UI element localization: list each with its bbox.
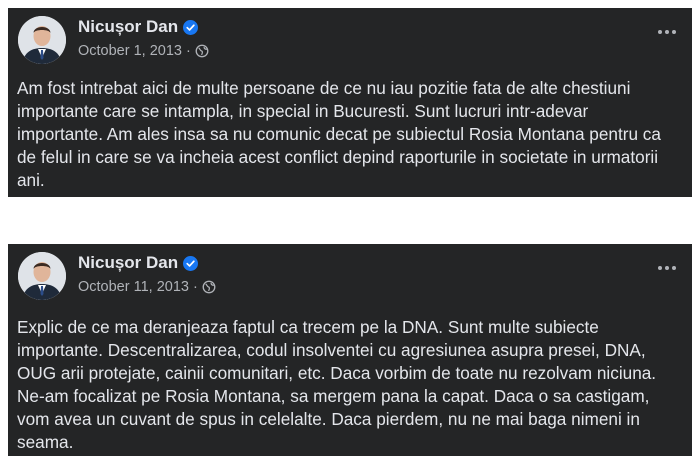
avatar[interactable]: [18, 252, 66, 300]
post-meta: October 11, 2013 ·: [78, 279, 216, 295]
verified-badge-icon: [183, 19, 199, 35]
author-row: Nicușor Dan: [78, 17, 199, 37]
avatar[interactable]: [18, 16, 66, 64]
author-name[interactable]: Nicușor Dan: [78, 17, 178, 37]
author-row: Nicușor Dan: [78, 253, 199, 273]
verified-badge-icon: [183, 255, 199, 271]
meta-separator: ·: [186, 43, 191, 59]
post-text: Explic de ce ma deranjeaza faptul ca tre…: [17, 317, 657, 452]
author-name[interactable]: Nicușor Dan: [78, 253, 178, 273]
facebook-post: Nicușor Dan October 1, 2013 · Am fost in…: [8, 8, 692, 197]
globe-icon[interactable]: [195, 44, 209, 58]
post-date[interactable]: October 11, 2013: [78, 279, 189, 295]
facebook-post: Nicușor Dan October 11, 2013 · Explic de…: [8, 244, 692, 456]
meta-separator: ·: [192, 279, 198, 295]
more-options-icon[interactable]: [658, 30, 676, 34]
post-text: Am fost intrebat aici de multe persoane …: [17, 78, 661, 190]
post-date[interactable]: October 1, 2013: [78, 43, 182, 59]
globe-icon[interactable]: [202, 280, 216, 294]
more-options-icon[interactable]: [658, 266, 676, 270]
post-meta: October 1, 2013 ·: [78, 43, 209, 59]
